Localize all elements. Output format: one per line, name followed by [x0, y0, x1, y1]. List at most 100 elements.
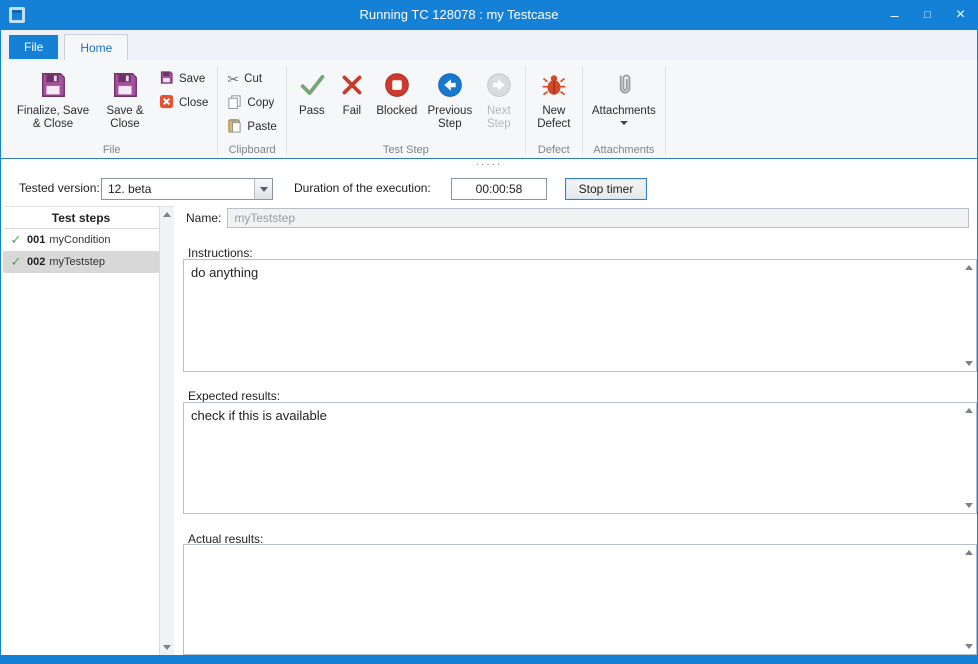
check-icon: ✓ — [9, 232, 23, 248]
fail-x-icon — [339, 68, 365, 102]
paste-label: Paste — [247, 121, 276, 133]
finalize-save-close-button[interactable]: Finalize, Save & Close — [10, 64, 96, 142]
close-x-icon — [159, 94, 174, 112]
maximize-button[interactable]: □ — [911, 0, 944, 30]
previous-step-button[interactable]: Previous Step — [423, 64, 477, 142]
window-title: Running TC 128078 : my Testcase — [61, 0, 857, 30]
name-row: Name: — [186, 208, 969, 228]
new-defect-label: New Defect — [533, 105, 575, 131]
next-arrow-icon — [485, 68, 513, 102]
group-separator — [582, 66, 583, 154]
ribbon: Finalize, Save & Close Save & Close — [1, 60, 977, 159]
blocked-button[interactable]: Blocked — [371, 64, 423, 142]
scrollbar-up-icon[interactable] — [963, 405, 974, 416]
bug-icon — [541, 68, 567, 102]
actual-results-textarea[interactable] — [184, 545, 976, 654]
attachments-label: Attachments — [592, 105, 656, 118]
ribbon-splitter-handle[interactable]: ····· — [1, 160, 977, 172]
step-number: 002 — [27, 256, 45, 268]
name-field[interactable] — [227, 208, 969, 228]
blocked-stop-icon — [383, 68, 411, 102]
tab-home[interactable]: Home — [64, 34, 128, 60]
pass-label: Pass — [299, 105, 325, 118]
chevron-down-icon[interactable] — [254, 179, 272, 199]
new-defect-button[interactable]: New Defect — [530, 64, 578, 142]
instructions-textarea[interactable]: do anything — [184, 260, 976, 371]
chevron-down-icon — [620, 121, 628, 125]
step-name: myCondition — [49, 234, 110, 246]
execution-toolbar: Tested version: 12. beta Duration of the… — [1, 176, 977, 204]
fail-button[interactable]: Fail — [333, 64, 371, 142]
tested-version-label: Tested version: — [19, 181, 100, 195]
save-button[interactable]: Save — [154, 67, 213, 91]
tab-file[interactable]: File — [9, 35, 58, 59]
scrollbar-up-icon[interactable] — [160, 207, 175, 222]
test-steps-scrollbar[interactable] — [159, 207, 174, 655]
ribbon-group-attachments: Attachments Attachments — [584, 62, 664, 158]
save-floppy-icon — [38, 68, 68, 102]
blocked-label: Blocked — [376, 105, 417, 118]
expected-results-label: Expected results: — [188, 389, 280, 403]
step-name: myTeststep — [49, 256, 105, 268]
test-step-row[interactable]: ✓ 001 myCondition — [3, 229, 159, 251]
step-number: 001 — [27, 234, 45, 246]
save-label: Save — [179, 73, 205, 85]
close-button-ribbon[interactable]: Close — [154, 91, 213, 115]
save-floppy-icon — [110, 68, 140, 102]
instructions-label: Instructions: — [188, 246, 253, 260]
scrollbar-down-icon[interactable] — [963, 500, 974, 511]
previous-step-label: Previous Step — [426, 105, 474, 131]
close-label: Close — [179, 97, 208, 109]
app-window: Running TC 128078 : my Testcase – □ × Fi… — [0, 0, 978, 664]
scrollbar-down-icon[interactable] — [963, 358, 974, 369]
scissors-icon: ✂ — [227, 71, 239, 88]
scrollbar-down-icon[interactable] — [160, 640, 175, 655]
copy-icon — [227, 94, 242, 112]
ribbon-tab-row: File Home — [1, 30, 977, 60]
group-label-file: File — [7, 144, 216, 156]
group-label-defect: Defect — [527, 144, 581, 156]
paperclip-icon — [611, 68, 637, 102]
duration-label: Duration of the execution: — [294, 181, 431, 195]
save-floppy-small-icon — [159, 70, 174, 88]
tested-version-value: 12. beta — [102, 182, 254, 196]
copy-button[interactable]: Copy — [222, 91, 281, 115]
name-label: Name: — [186, 211, 221, 225]
paste-icon — [227, 118, 242, 136]
group-separator — [665, 66, 666, 154]
expected-results-textarea[interactable]: check if this is available — [184, 403, 976, 513]
save-and-close-button[interactable]: Save & Close — [96, 64, 154, 142]
cut-button[interactable]: ✂ Cut — [222, 67, 281, 91]
scrollbar-down-icon[interactable] — [963, 641, 974, 652]
actual-results-box — [183, 544, 977, 655]
group-label-test-step: Test Step — [288, 144, 524, 156]
copy-label: Copy — [247, 97, 274, 109]
test-step-row-selected[interactable]: ✓ 002 myTeststep — [3, 251, 159, 273]
window-border-bottom — [1, 655, 977, 664]
check-icon: ✓ — [9, 254, 23, 270]
stop-timer-button[interactable]: Stop timer — [565, 178, 647, 200]
instructions-box: do anything — [183, 259, 977, 372]
attachments-button[interactable]: Attachments — [587, 64, 661, 142]
group-label-clipboard: Clipboard — [219, 144, 284, 156]
app-icon[interactable] — [8, 6, 26, 24]
pass-check-icon — [298, 68, 326, 102]
tested-version-select[interactable]: 12. beta — [101, 178, 273, 200]
next-step-button[interactable]: Next Step — [477, 64, 521, 142]
ribbon-group-file: Finalize, Save & Close Save & Close — [7, 62, 216, 158]
scrollbar-up-icon[interactable] — [963, 262, 974, 273]
ribbon-group-test-step: Pass Fail Blocked — [288, 62, 524, 158]
close-button[interactable]: × — [944, 0, 977, 30]
cut-label: Cut — [244, 73, 262, 85]
scrollbar-up-icon[interactable] — [963, 547, 974, 558]
group-label-attachments: Attachments — [584, 144, 664, 156]
paste-button[interactable]: Paste — [222, 115, 281, 139]
group-separator — [525, 66, 526, 154]
duration-field[interactable] — [451, 178, 547, 200]
title-bar: Running TC 128078 : my Testcase – □ × — [1, 0, 977, 30]
ribbon-group-defect: New Defect Defect — [527, 62, 581, 158]
minimize-button[interactable]: – — [878, 0, 911, 30]
previous-arrow-icon — [436, 68, 464, 102]
test-steps-header: Test steps — [3, 207, 159, 229]
pass-button[interactable]: Pass — [291, 64, 333, 142]
